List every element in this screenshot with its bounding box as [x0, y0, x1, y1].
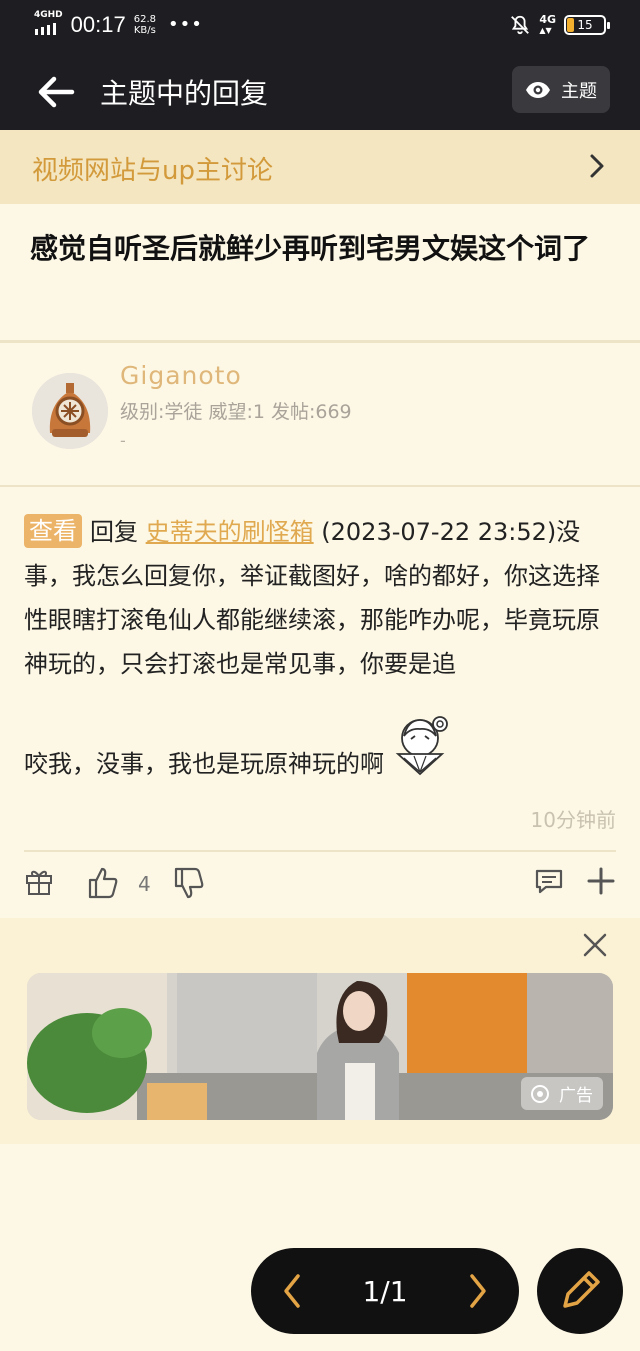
thumbs-up-icon[interactable]	[86, 866, 120, 900]
reply-user-link[interactable]: 史蒂夫的刷怪箱	[146, 518, 314, 546]
signal-icon: 4GHD	[34, 10, 63, 39]
comment-icon[interactable]	[534, 866, 564, 896]
reply-word: 回复	[90, 518, 138, 546]
diving-helmet-avatar	[32, 373, 108, 449]
like-count: 4	[138, 872, 151, 896]
status-bar: 4GHD 00:17 62.8 KB/s ••• 4G ▲▼ 15	[0, 0, 640, 52]
ad-target-icon	[531, 1084, 549, 1103]
next-page-button[interactable]	[467, 1272, 489, 1310]
view-topic-button[interactable]: 主题	[512, 66, 610, 113]
post-content: 查看 回复 史蒂夫的刷怪箱 (2023-07-22 23:52)没事，我怎么回复你…	[24, 510, 616, 786]
ad-banner: 广告	[0, 918, 640, 1144]
divider	[24, 850, 616, 852]
close-icon[interactable]	[582, 932, 608, 958]
eye-icon	[526, 81, 550, 98]
battery-icon: 15	[564, 15, 610, 35]
pencil-icon	[563, 1271, 600, 1308]
view-topic-label: 主题	[561, 80, 597, 102]
chevron-right-icon	[590, 154, 604, 178]
more-notifications-icon: •••	[167, 14, 203, 35]
net-speed: 62.8 KB/s	[134, 14, 156, 36]
username[interactable]: Giganoto	[120, 361, 242, 390]
mobile-data-icon: 4G ▲▼	[539, 13, 556, 35]
pagination: 1/1	[251, 1248, 519, 1334]
view-quote-button[interactable]: 查看	[24, 514, 82, 548]
avatar[interactable]	[32, 373, 108, 449]
battery-level: 15	[577, 18, 593, 32]
ad-image[interactable]: 广告	[27, 973, 613, 1120]
back-button[interactable]	[34, 70, 78, 114]
post-time: 10分钟前	[530, 808, 616, 832]
ad-label: 广告	[521, 1077, 603, 1110]
author-info: Giganoto 级别:学徒 威望:1 发帖:669 -	[0, 343, 640, 485]
arrow-left-icon	[38, 76, 75, 108]
ad-label-text: 广告	[559, 1086, 593, 1106]
mobile-data-label: 4G	[539, 13, 556, 26]
compose-reply-button[interactable]	[537, 1248, 623, 1334]
user-stats: 级别:学徒 威望:1 发帖:669	[120, 401, 352, 423]
status-left: 4GHD 00:17 62.8 KB/s •••	[34, 10, 203, 39]
gift-icon[interactable]	[24, 866, 54, 896]
page-title: 主题中的回复	[100, 77, 269, 110]
status-right: 4G ▲▼ 15	[509, 13, 610, 36]
mute-bell-icon	[511, 15, 530, 35]
network-tag: 4GHD	[34, 10, 63, 20]
thumbs-down-icon[interactable]	[172, 866, 206, 900]
emoji-sticker-icon	[395, 716, 448, 776]
user-signature: -	[120, 431, 126, 450]
net-speed-unit: KB/s	[133, 24, 156, 36]
net-speed-value: 62.8	[133, 13, 156, 25]
clock: 00:17	[70, 11, 126, 37]
forum-link[interactable]: 视频网站与up主讨论	[0, 130, 640, 204]
thread-title: 感觉自听圣后就鲜少再听到宅男文娱这个词了	[30, 232, 591, 265]
forum-name: 视频网站与up主讨论	[32, 156, 273, 186]
post-body-last: 咬我，没事，我也是玩原神玩的啊	[24, 750, 384, 778]
app-bar: 主题中的回复 主题	[0, 52, 640, 130]
divider	[0, 485, 640, 487]
plus-icon[interactable]	[586, 866, 616, 896]
post-actions: 4	[0, 860, 640, 910]
